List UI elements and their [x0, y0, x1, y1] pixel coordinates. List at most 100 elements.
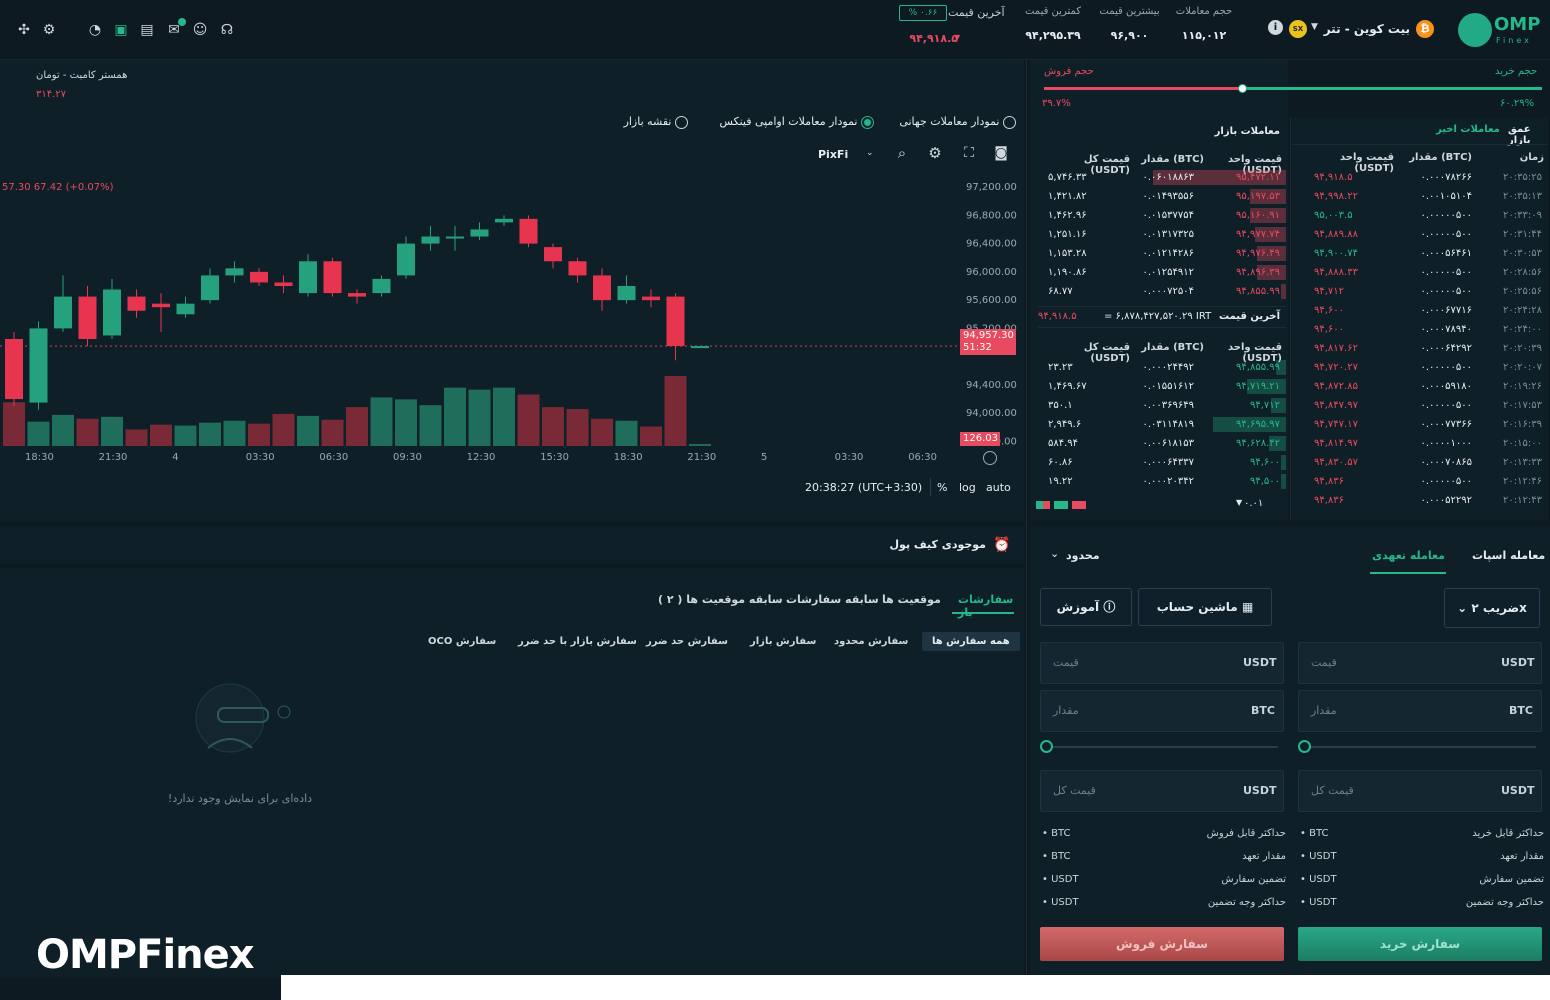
tab-positions[interactable]: موقعیت ها [882, 593, 941, 606]
chip-oco[interactable]: سفارش OCO [428, 636, 496, 647]
pair-selector[interactable]: بیت کوین - تتر [1322, 22, 1410, 36]
info-icon[interactable]: i [1268, 20, 1283, 35]
chip-stop-loss[interactable]: سفارش حد ضرر [646, 636, 728, 647]
volume-bar [615, 420, 638, 446]
tab-spot-trade[interactable]: معامله اسپات [1472, 549, 1545, 562]
orderbook-row[interactable]: ۹۴,۸۵۵.۹۹ ۰.۰۰۰۲۴۴۹۲ ۲۳.۲۳ [1044, 358, 1286, 377]
candle-body [372, 278, 391, 294]
view-both-icon[interactable] [1036, 501, 1050, 509]
tab-open-orders[interactable]: سفارشات باز [958, 593, 1024, 619]
view-bids-icon[interactable] [1054, 501, 1068, 509]
log-toggle[interactable]: log [959, 481, 976, 494]
radio-circle-selected[interactable] [861, 115, 874, 129]
info-label: مقدار تعهد [1242, 851, 1286, 862]
sell-amount-slider[interactable] [1040, 740, 1278, 753]
buy-price-input[interactable]: USDT قیمت [1298, 642, 1542, 684]
view-asks-icon[interactable] [1072, 501, 1086, 509]
buy-order-button[interactable]: سفارش خرید [1298, 927, 1542, 961]
sell-total-input[interactable]: USDT قیمت کل [1040, 770, 1284, 812]
amount-cell: ۰.۰۰۰۵۹۱۸۰ [1420, 381, 1472, 392]
chevron-down-icon[interactable]: ▼ [1236, 498, 1242, 507]
orderbook-row[interactable]: ۹۵,۱۶۰.۹۱ ۰.۰۱۵۳۷۷۵۴ ۱,۴۶۲.۹۶ [1044, 206, 1286, 225]
sell-amount-input[interactable]: BTC مقدار [1040, 690, 1284, 732]
buy-amount-input[interactable]: BTC مقدار [1298, 690, 1542, 732]
orderbook-row[interactable]: ۹۴,۶۲۸.۴۲ ۰.۰۰۶۱۸۱۵۳ ۵۸۴.۹۴ [1044, 434, 1286, 453]
y-tick-label: 96,000.00 [966, 267, 1017, 278]
slider-handle[interactable] [1298, 740, 1311, 753]
info-row: حداکثر قابل خرید • BTC [1298, 828, 1544, 851]
price-cell: ۹۴,۸۵۵.۹۹ [1236, 362, 1280, 373]
leverage-button[interactable]: ⌄ ضریب ۲x [1444, 588, 1540, 628]
chip-market-order[interactable]: سفارش بازار [750, 636, 816, 647]
orderbook-row[interactable]: ۹۴,۷۱۹.۲۱ ۰.۰۱۵۵۱۶۱۲ ۱,۴۶۹.۶۷ [1044, 377, 1286, 396]
tutorial-button[interactable]: آموزش ⓘ [1040, 588, 1132, 626]
tab-underline [952, 612, 1014, 614]
camera-icon[interactable]: ◙ [993, 145, 1009, 161]
candle-body [446, 236, 464, 239]
chip-all-orders[interactable]: همه سفارش ها [922, 632, 1020, 651]
user-icon[interactable]: ☺ [192, 22, 208, 38]
zoom-icon[interactable]: ⌕ [894, 145, 910, 161]
sell-price-input[interactable]: USDT قیمت [1040, 642, 1284, 684]
tab-market-depth[interactable]: عمق بازار [1508, 124, 1548, 146]
chevron-down-icon[interactable]: ▼ [1311, 22, 1318, 32]
buy-amount-slider[interactable] [1298, 740, 1536, 753]
price-cell: ۹۴,۶۲۸.۴۲ [1236, 438, 1280, 449]
orderbook-row[interactable]: ۹۴,۶۰۰ ۰.۰۰۰۶۴۳۳۷ ۶۰.۸۶ [1044, 453, 1286, 472]
orderbook-row[interactable]: ۹۴,۵۰۰ ۰.۰۰۰۲۰۳۴۲ ۱۹.۲۲ [1044, 472, 1286, 491]
order-type-selector[interactable]: محدود [1066, 549, 1100, 562]
candlestick-chart[interactable]: 97,200.00 96,800.00 96,400.00 96,000.00 95,6… [0, 160, 1024, 470]
amount-cell: ۰.۰۰۰۰۰۵۰۰ [1420, 210, 1472, 221]
amount-cell: ۰.۰۰۰۰۰۵۰۰ [1420, 229, 1472, 240]
orderbook-row[interactable]: ۹۴,۹۷۶.۴۹ ۰.۰۱۲۱۴۲۸۶ ۱,۱۵۳.۲۸ [1044, 244, 1286, 263]
fullscreen-icon[interactable]: ⛶ [961, 145, 977, 161]
info-currency: • USDT [1042, 897, 1079, 908]
sell-order-button[interactable]: سفارش فروش [1040, 927, 1284, 961]
tab-position-history[interactable]: سابقه موقعیت ها ( ۲ ) [658, 593, 783, 606]
timezone-icon[interactable] [983, 451, 997, 465]
amount-cell: ۰.۰۶۰۱۸۸۶۳ [1142, 172, 1194, 183]
orderbook-row[interactable]: ۹۴,۸۵۵.۹۹ ۰.۰۰۰۷۲۵۰۴ ۶۸.۷۷ [1044, 282, 1286, 301]
precision-selector[interactable]: ۰.۰۱ [1244, 498, 1263, 509]
chip-market-stop-loss[interactable]: سفارش بازار با حد ضرر [518, 636, 637, 647]
radio-global-chart[interactable]: نمودار معاملات جهانی [880, 115, 1016, 129]
info-label: مقدار تعهد [1500, 851, 1544, 862]
slider-handle[interactable] [1040, 740, 1053, 753]
col-amount: مقدار (BTC) [1141, 342, 1204, 353]
orderbook-row[interactable]: ۹۴,۸۹۶.۳۹ ۰.۰۱۲۵۴۹۱۲ ۱,۱۹۰.۸۶ [1044, 263, 1286, 282]
support-icon[interactable]: ☊ [219, 22, 235, 38]
receipt-icon[interactable]: ▤ [139, 22, 155, 38]
buy-total-input[interactable]: USDT قیمت کل [1298, 770, 1542, 812]
wallet-balance-label[interactable]: موجودی کیف پول [880, 538, 986, 551]
chip-limit-order[interactable]: سفارش محدود [834, 636, 908, 647]
radio-omp-chart[interactable]: نمودار معاملات اوامپی فینکس [698, 115, 874, 129]
info-label: حداکثر قابل فروش [1206, 828, 1286, 839]
calculator-button[interactable]: ماشین حساب ▦ [1138, 588, 1272, 626]
orderbook-row[interactable]: ۹۵,۱۹۷.۵۳ ۰.۰۱۴۹۳۵۵۶ ۱,۴۲۱.۸۲ [1044, 187, 1286, 206]
apps-icon[interactable]: ✣ [16, 22, 32, 38]
settings-icon[interactable]: ⚙ [927, 145, 943, 161]
candle-body [617, 286, 636, 301]
radio-circle[interactable] [1003, 115, 1016, 129]
orderbook-row[interactable]: ۹۴,۹۷۷.۷۴ ۰.۰۱۳۱۷۳۲۵ ۱,۲۵۱.۱۶ [1044, 225, 1286, 244]
chevron-down-icon[interactable]: ⌄ [866, 148, 874, 158]
orders-panel: سفارشات باز موقعیت ها سابقه سفارشات سابق… [0, 568, 1024, 978]
radio-circle[interactable] [675, 115, 688, 129]
radio-market-map[interactable]: نقشه بازار [612, 115, 688, 129]
dashboard-icon[interactable]: ◔ [87, 22, 103, 38]
tab-order-history[interactable]: سابقه سفارشات [786, 593, 879, 606]
auto-toggle[interactable]: auto [986, 481, 1011, 494]
omp-logo-icon[interactable] [1458, 13, 1492, 47]
percent-toggle[interactable]: % [937, 481, 947, 494]
orderbook-row[interactable]: ۹۴,۶۹۵.۹۷ ۰.۰۳۱۱۴۸۱۹ ۲,۹۴۹.۶ [1044, 415, 1286, 434]
orderbook-row[interactable]: ۹۴,۷۱۲ ۰.۰۰۳۶۹۶۴۹ ۳۵۰.۱ [1044, 396, 1286, 415]
gear-icon[interactable]: ⚙ [41, 22, 57, 38]
orderbook-row[interactable]: ۹۵,۴۷۲.۱۱ ۰.۰۶۰۱۸۸۶۳ ۵,۷۴۶.۳۳ [1044, 168, 1286, 187]
chevron-down-icon[interactable]: ⌄ [1050, 547, 1059, 560]
candle-body [348, 293, 366, 297]
candle-body [666, 296, 685, 347]
alarm-icon[interactable]: ⏰ [993, 537, 1010, 553]
tab-margin-trade[interactable]: معامله تعهدی [1372, 549, 1445, 562]
tab-recent-trades[interactable]: معاملات اخیر [1436, 124, 1500, 135]
wallet-icon[interactable]: ▣ [113, 22, 129, 38]
